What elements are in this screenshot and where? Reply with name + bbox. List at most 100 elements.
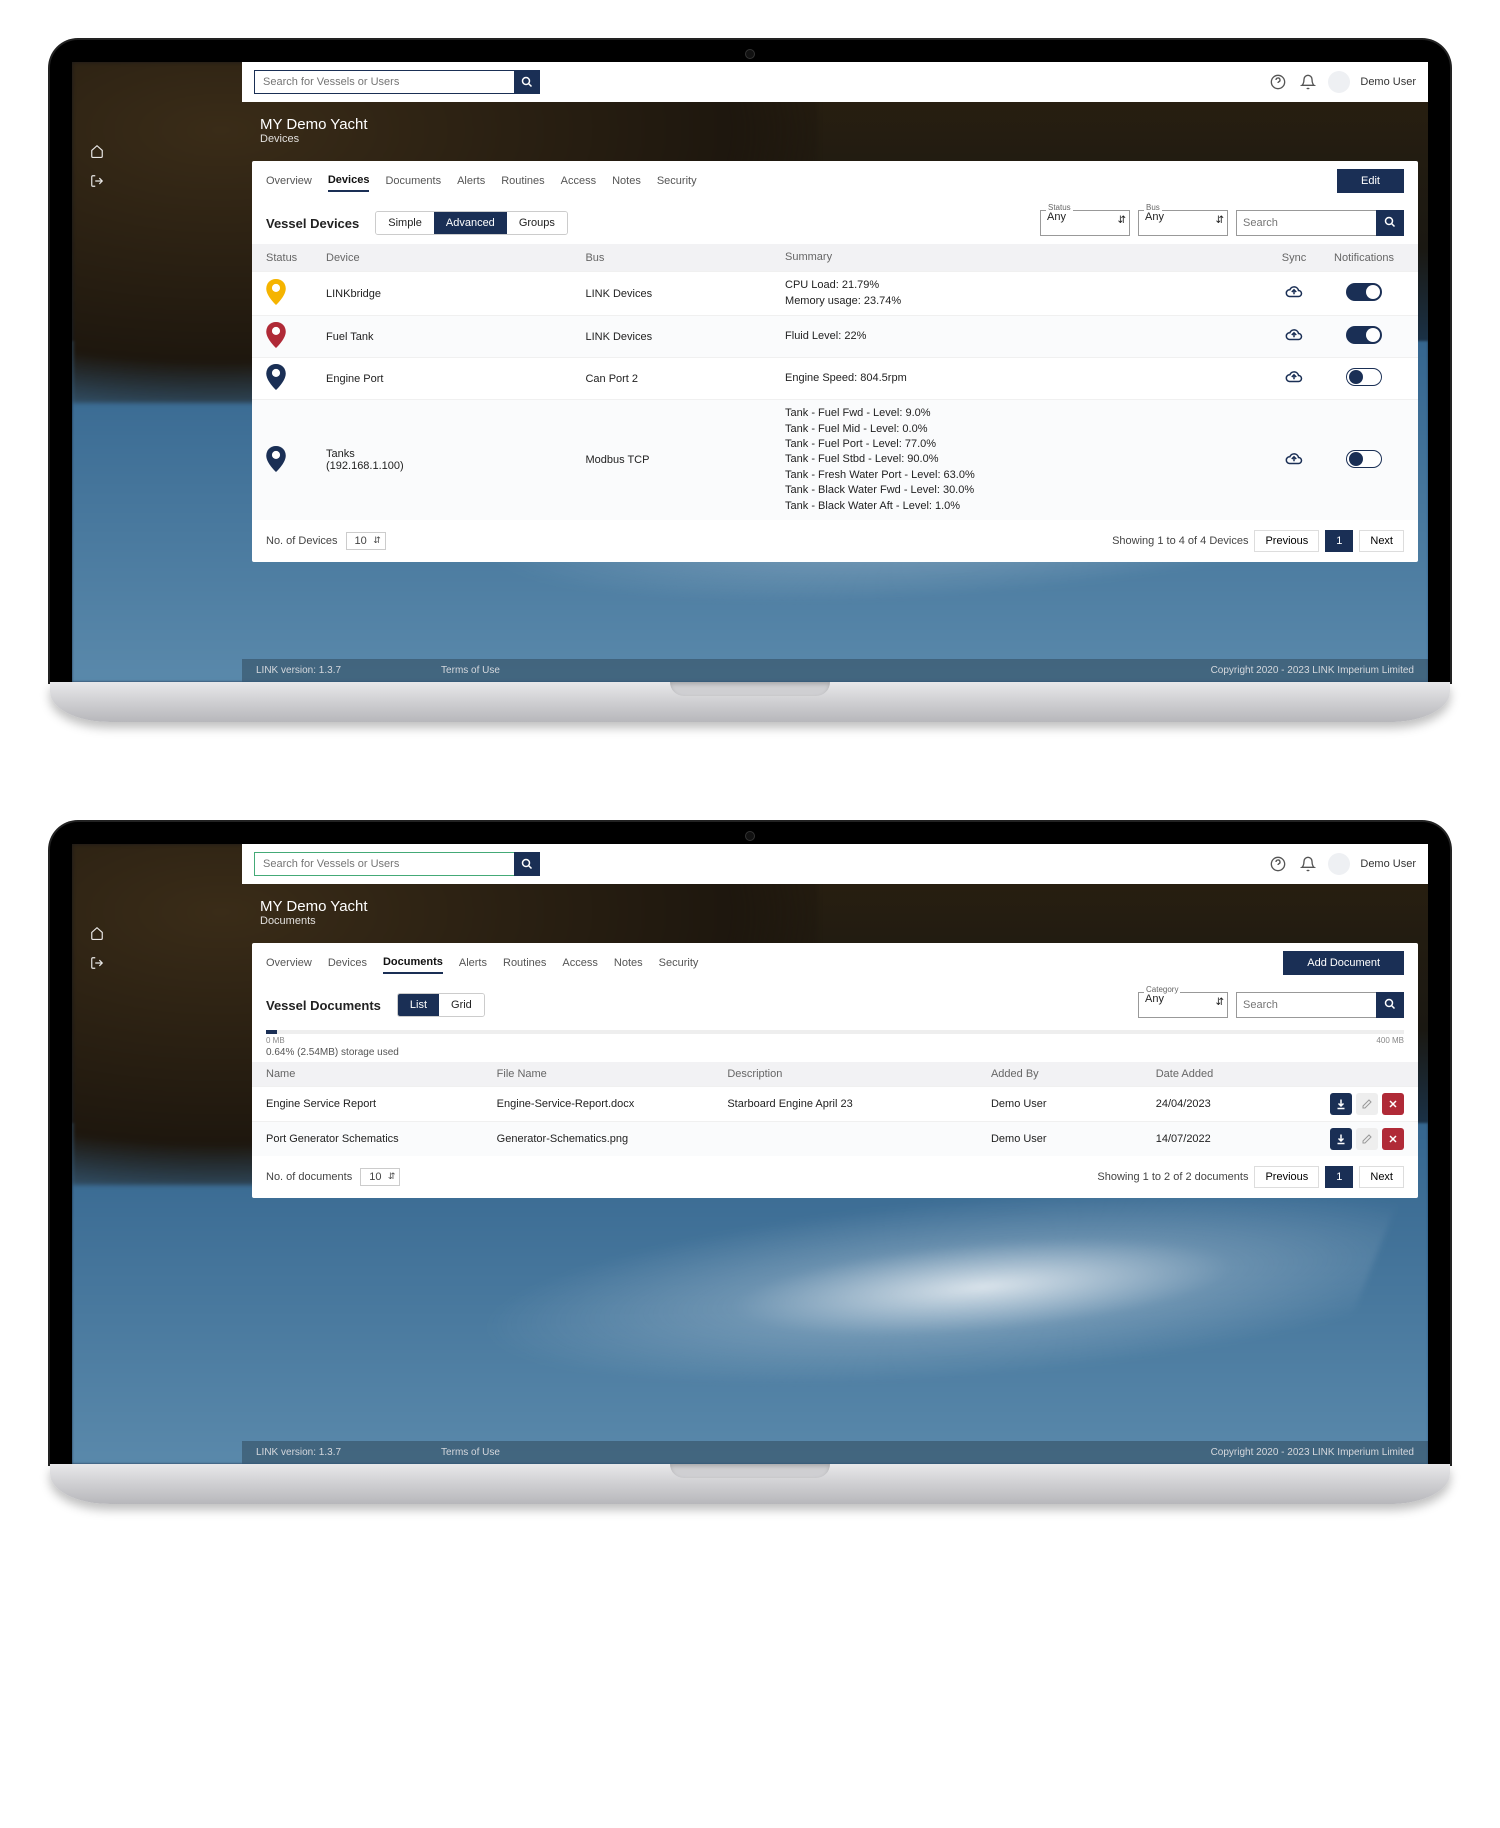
page-header: MY Demo Yacht Devices [242, 102, 1428, 151]
tab-security[interactable]: Security [659, 953, 699, 973]
th-summary: Summary [785, 250, 1264, 265]
doc-count-label: No. of documents [266, 1171, 352, 1183]
storage-min: 0 MB [266, 1036, 285, 1045]
home-icon [90, 926, 104, 940]
cloud-sync-icon[interactable] [1282, 368, 1306, 386]
device-bus: LINK Devices [585, 288, 785, 300]
terms-link[interactable]: Terms of Use [441, 665, 500, 676]
bell-icon[interactable] [1298, 854, 1318, 874]
tab-devices[interactable]: Devices [328, 953, 367, 973]
tab-overview[interactable]: Overview [266, 171, 312, 191]
showing-text: Showing 1 to 2 of 2 documents [1097, 1171, 1248, 1183]
th-device: Device [326, 252, 585, 264]
table-row[interactable]: Engine PortCan Port 2Engine Speed: 804.5… [252, 357, 1418, 399]
page-1-button[interactable]: 1 [1325, 1166, 1353, 1188]
notifications-toggle[interactable] [1346, 283, 1382, 301]
topbar: Demo User [242, 62, 1428, 102]
tab-security[interactable]: Security [657, 171, 697, 191]
help-icon[interactable] [1268, 854, 1288, 874]
documents-search-input[interactable] [1236, 992, 1376, 1018]
user-name[interactable]: Demo User [1360, 858, 1416, 870]
user-name[interactable]: Demo User [1360, 76, 1416, 88]
device-count-select[interactable]: 10 [346, 532, 386, 550]
copyright-text: Copyright 2020 - 2023 LINK Imperium Limi… [1211, 1447, 1414, 1458]
doc-date: 14/07/2022 [1156, 1133, 1304, 1145]
bus-filter[interactable]: Any [1138, 210, 1228, 236]
notifications-toggle[interactable] [1346, 368, 1382, 386]
tab-devices[interactable]: Devices [328, 170, 370, 192]
table-row[interactable]: Fuel TankLINK DevicesFluid Level: 22% [252, 315, 1418, 357]
tab-access[interactable]: Access [562, 953, 597, 973]
doc-count-select[interactable]: 10 [360, 1168, 400, 1186]
cloud-sync-icon[interactable] [1282, 283, 1306, 301]
th-sync: Sync [1264, 252, 1324, 264]
global-search-button[interactable] [514, 70, 540, 94]
delete-button[interactable] [1382, 1093, 1404, 1115]
global-search-button[interactable] [514, 852, 540, 876]
bell-icon[interactable] [1298, 72, 1318, 92]
device-bus: LINK Devices [585, 331, 785, 343]
tab-notes[interactable]: Notes [614, 953, 643, 973]
table-row[interactable]: Port Generator SchematicsGenerator-Schem… [252, 1121, 1418, 1156]
next-button[interactable]: Next [1359, 1166, 1404, 1188]
notifications-toggle[interactable] [1346, 450, 1382, 468]
device-summary: Fluid Level: 22% [785, 329, 1264, 344]
tab-alerts[interactable]: Alerts [457, 171, 485, 191]
edit-button[interactable]: Edit [1337, 169, 1404, 193]
cloud-sync-icon[interactable] [1282, 326, 1306, 344]
table-row[interactable]: Tanks (192.168.1.100)Modbus TCPTank - Fu… [252, 399, 1418, 520]
documents-search-button[interactable] [1376, 992, 1404, 1018]
page-1-button[interactable]: 1 [1325, 530, 1353, 552]
view-list[interactable]: List [398, 994, 439, 1016]
view-advanced[interactable]: Advanced [434, 212, 507, 234]
th-notifications: Notifications [1324, 252, 1404, 264]
tab-documents[interactable]: Documents [385, 171, 441, 191]
view-switch: List Grid [397, 993, 485, 1017]
tab-overview[interactable]: Overview [266, 953, 312, 973]
doc-date: 24/04/2023 [1156, 1098, 1304, 1110]
doc-file: Engine-Service-Report.docx [497, 1098, 728, 1110]
download-button[interactable] [1330, 1093, 1352, 1115]
view-switch: Simple Advanced Groups [375, 211, 568, 235]
th-bus: Bus [585, 252, 785, 264]
tab-access[interactable]: Access [561, 171, 596, 191]
add-document-button[interactable]: Add Document [1283, 951, 1404, 975]
tab-alerts[interactable]: Alerts [459, 953, 487, 973]
devices-search-input[interactable] [1236, 210, 1376, 236]
prev-button[interactable]: Previous [1254, 1166, 1319, 1188]
doc-name: Port Generator Schematics [266, 1133, 497, 1145]
category-filter[interactable]: Any [1138, 992, 1228, 1018]
th-date: Date Added [1156, 1068, 1304, 1080]
avatar[interactable] [1328, 853, 1350, 875]
devices-search-button[interactable] [1376, 210, 1404, 236]
table-row[interactable]: Engine Service ReportEngine-Service-Repo… [252, 1086, 1418, 1121]
notifications-toggle[interactable] [1346, 326, 1382, 344]
edit-doc-button[interactable] [1356, 1093, 1378, 1115]
status-pin-icon [266, 279, 286, 305]
tab-notes[interactable]: Notes [612, 171, 641, 191]
delete-button[interactable] [1382, 1128, 1404, 1150]
avatar[interactable] [1328, 71, 1350, 93]
status-filter[interactable]: Any [1040, 210, 1130, 236]
tab-routines[interactable]: Routines [503, 953, 546, 973]
tab-documents[interactable]: Documents [383, 952, 443, 974]
view-groups[interactable]: Groups [507, 212, 567, 234]
doc-name: Engine Service Report [266, 1098, 497, 1110]
view-grid[interactable]: Grid [439, 994, 484, 1016]
cloud-sync-icon[interactable] [1282, 450, 1306, 468]
prev-button[interactable]: Previous [1254, 530, 1319, 552]
status-pin-icon [266, 364, 286, 390]
device-summary: CPU Load: 21.79% Memory usage: 23.74% [785, 278, 1264, 309]
footer: LINK version: 1.3.7 Terms of Use Copyrig… [242, 659, 1428, 682]
help-icon[interactable] [1268, 72, 1288, 92]
view-simple[interactable]: Simple [376, 212, 434, 234]
download-button[interactable] [1330, 1128, 1352, 1150]
th-file: File Name [497, 1068, 728, 1080]
tab-routines[interactable]: Routines [501, 171, 544, 191]
next-button[interactable]: Next [1359, 530, 1404, 552]
global-search-input[interactable] [254, 852, 514, 876]
terms-link[interactable]: Terms of Use [441, 1447, 500, 1458]
global-search-input[interactable] [254, 70, 514, 94]
table-row[interactable]: LINKbridgeLINK DevicesCPU Load: 21.79% M… [252, 271, 1418, 315]
edit-doc-button[interactable] [1356, 1128, 1378, 1150]
